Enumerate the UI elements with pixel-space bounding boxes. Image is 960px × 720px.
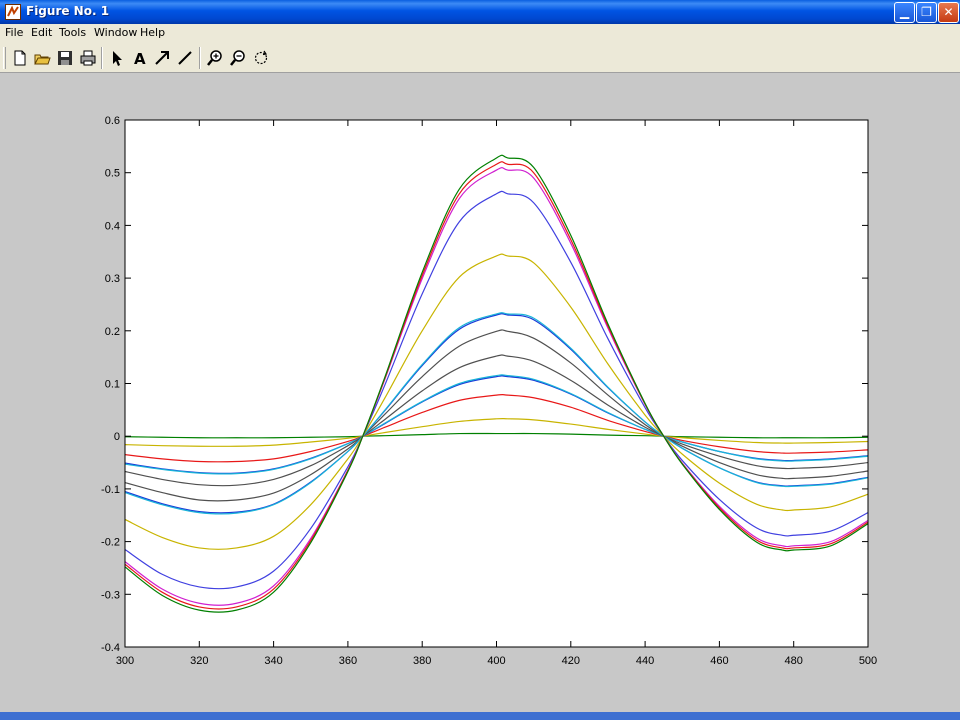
svg-text:A: A [134,50,146,68]
x-tick-label: 340 [264,655,282,667]
x-tick-label: 420 [562,655,580,667]
insert-arrow-icon[interactable] [152,48,172,68]
x-tick-label: 300 [116,655,134,667]
y-tick-label: -0.2 [101,537,120,549]
rotate-3d-icon[interactable] [251,48,271,68]
close-icon: ✕ [943,5,954,19]
x-tick-label: 460 [710,655,728,667]
toolbar-grip[interactable] [3,47,6,69]
menu-window[interactable]: Window [94,26,137,39]
y-tick-label: -0.1 [101,484,120,496]
line-plot[interactable]: 300 320 340 360 380 400 420 440 460 480 500 0.6 0.5 0… [0,73,960,720]
menu-tools[interactable]: Tools [59,26,86,39]
zoom-in-icon[interactable] [205,48,225,68]
plot-area [125,120,868,647]
menu-edit[interactable]: Edit [31,26,52,39]
y-tick-label: 0.2 [105,326,120,338]
x-tick-label: 360 [339,655,357,667]
close-button[interactable]: ✕ [938,2,959,23]
open-file-icon[interactable] [32,48,52,68]
insert-text-icon[interactable]: A [130,48,150,68]
toolbar-separator [101,47,103,69]
insert-line-icon[interactable] [175,48,195,68]
y-tick-label: 0.5 [105,168,120,180]
y-tick-label: 0.4 [105,220,120,232]
maximize-button[interactable]: ❐ [916,2,937,23]
x-tick-label: 500 [859,655,877,667]
window-bottom-border [0,712,960,720]
minimize-icon: ▁ [899,5,910,19]
minimize-button[interactable]: ▁ [894,2,915,23]
select-arrow-icon[interactable] [107,48,127,68]
figure-window: Figure No. 1 ▁ ❐ ✕ File Edit Tools Windo… [0,0,960,720]
window-title: Figure No. 1 [26,4,110,18]
restore-icon: ❐ [921,5,932,19]
matlab-figure-icon[interactable] [5,4,21,20]
x-tick-label: 480 [785,655,803,667]
new-figure-icon[interactable] [10,48,30,68]
y-tick-label: 0.3 [105,273,120,285]
x-tick-label: 380 [413,655,431,667]
title-bar[interactable]: Figure No. 1 ▁ ❐ ✕ [0,0,960,24]
menu-file[interactable]: File [5,26,23,39]
y-tick-label: -0.4 [101,642,120,654]
x-tick-label: 440 [636,655,654,667]
menu-bar: File Edit Tools Window Help [0,24,960,42]
print-icon[interactable] [78,48,98,68]
x-tick-label: 320 [190,655,208,667]
zoom-out-icon[interactable] [228,48,248,68]
y-tick-label: 0.6 [105,115,120,127]
save-icon[interactable] [55,48,75,68]
menu-help[interactable]: Help [140,26,165,39]
x-tick-label: 400 [487,655,505,667]
y-tick-label: 0.1 [105,379,120,391]
y-tick-label: 0 [114,431,120,443]
figure-canvas: 300 320 340 360 380 400 420 440 460 480 500 0.6 0.5 0… [0,73,960,720]
toolbar-separator [199,47,201,69]
y-tick-label: -0.3 [101,589,120,601]
figure-toolbar: A [0,42,960,73]
